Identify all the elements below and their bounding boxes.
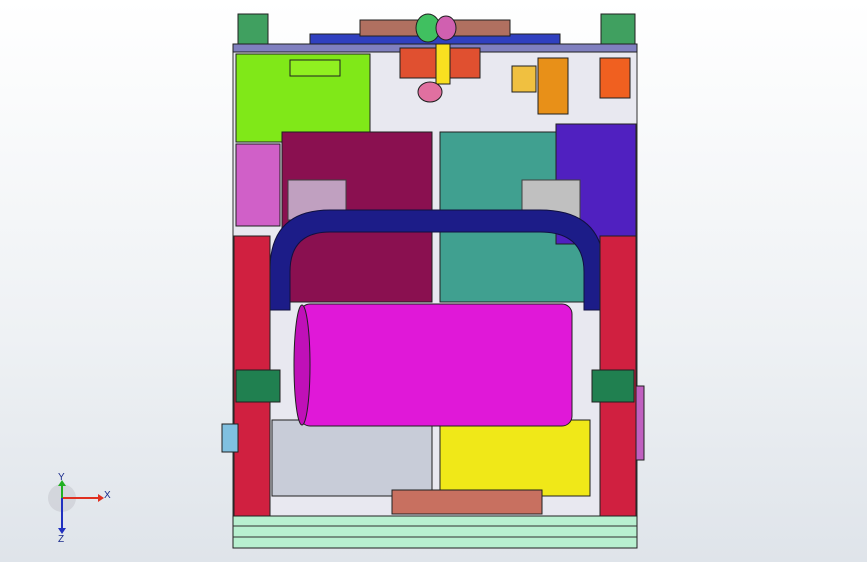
- y-axis-label: Y: [58, 472, 65, 483]
- magenta-cylinder-drum: [299, 303, 573, 427]
- coupling-ring-2: [435, 15, 457, 41]
- right-side-plate: [635, 385, 645, 461]
- top-post-left: [237, 13, 269, 49]
- left-clip: [221, 423, 239, 453]
- orange-coupling: [537, 57, 569, 115]
- x-axis-label: X: [104, 490, 111, 501]
- silver-hopper-left: [271, 419, 433, 497]
- base-plate: [232, 515, 638, 549]
- orange-block: [511, 65, 537, 93]
- coupling-yellow: [435, 43, 451, 85]
- cad-viewport[interactable]: X Y Z: [0, 0, 867, 562]
- magenta-panel-left: [235, 143, 281, 227]
- left-bracket: [235, 369, 281, 403]
- yellow-hopper-right: [439, 419, 591, 497]
- axis-triad: X Y Z: [40, 472, 120, 548]
- drum-end-left: [293, 304, 311, 426]
- z-axis-label: Z: [58, 534, 65, 545]
- top-post-right: [600, 13, 636, 49]
- green-block-handle: [289, 59, 341, 77]
- orange-right: [599, 57, 631, 99]
- right-bracket: [591, 369, 635, 403]
- assembly-model[interactable]: [0, 0, 867, 562]
- triad-graphic: [48, 480, 104, 534]
- coupling-pink: [417, 81, 443, 103]
- copper-roller-bottom: [391, 489, 543, 515]
